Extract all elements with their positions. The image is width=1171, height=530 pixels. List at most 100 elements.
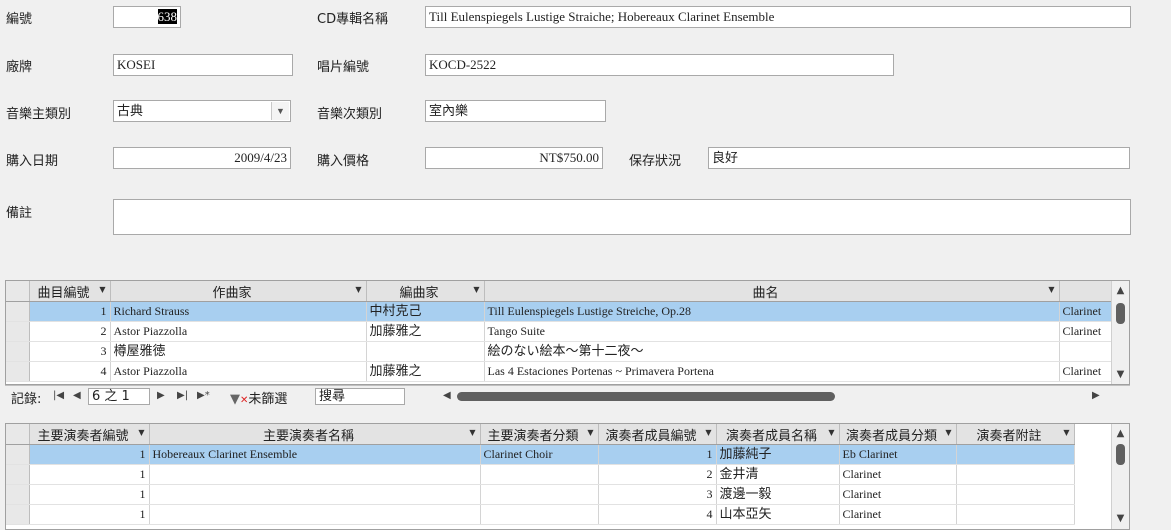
cell-composer[interactable]: Astor Piazzolla (110, 361, 367, 382)
cell-extra[interactable]: Clarinet (1059, 321, 1115, 342)
cell-composer[interactable]: Astor Piazzolla (110, 321, 367, 342)
horizontal-scroll-thumb[interactable] (457, 392, 835, 401)
cell-composer[interactable]: Richard Strauss (110, 301, 367, 322)
tracks-vertical-scrollbar[interactable]: ▲ ▼ (1111, 281, 1129, 384)
cell-member-category[interactable]: Eb Clarinet (839, 444, 957, 465)
cell-main-no[interactable]: 1 (29, 464, 150, 485)
table-row[interactable]: 1 3 渡邊一毅 Clarinet (6, 484, 1075, 505)
scroll-up-icon[interactable]: ▲ (1112, 426, 1129, 442)
cell-arranger[interactable]: 加藤雅之 (366, 321, 485, 342)
performers-vertical-scrollbar[interactable]: ▲ ▼ (1111, 424, 1129, 529)
chevron-down-icon[interactable]: ▼ (271, 102, 289, 120)
record-selector[interactable] (6, 464, 30, 485)
select-all-corner[interactable] (6, 424, 30, 445)
cell-member-category[interactable]: Clarinet (839, 504, 957, 525)
scroll-down-icon[interactable]: ▼ (1112, 367, 1129, 383)
cell-track-no[interactable]: 1 (29, 301, 111, 322)
cell-track-no[interactable]: 2 (29, 321, 111, 342)
chevron-down-icon[interactable]: ▼ (355, 285, 361, 294)
col-header-composer[interactable]: 作曲家 ▼ (110, 281, 367, 302)
cell-member-no[interactable]: 3 (598, 484, 717, 505)
scroll-thumb[interactable] (1116, 444, 1125, 465)
cell-member-category[interactable]: Clarinet (839, 484, 957, 505)
album-field[interactable]: Till Eulenspiegels Lustige Straiche; Hob… (425, 6, 1131, 28)
cell-main-no[interactable]: 1 (29, 484, 150, 505)
col-header-member-name[interactable]: 演奏者成員名稱 ▼ (716, 424, 840, 445)
cell-main-category[interactable] (480, 504, 599, 525)
cell-member-name[interactable]: 金井清 (716, 464, 840, 485)
col-header-title[interactable]: 曲名 ▼ (484, 281, 1060, 302)
table-row[interactable]: 1 Hobereaux Clarinet Ensemble Clarinet C… (6, 444, 1075, 465)
scroll-right-icon[interactable]: ▶ (1092, 390, 1100, 401)
id-field[interactable]: 638 (113, 6, 181, 28)
sort-asc-icon[interactable]: ▼ (99, 285, 105, 294)
cell-member-name[interactable]: 渡邊一毅 (716, 484, 840, 505)
cell-extra[interactable]: Clarinet (1059, 361, 1115, 382)
sort-asc-icon[interactable]: ▼ (705, 428, 711, 437)
cell-composer[interactable]: 樽屋雅徳 (110, 341, 367, 362)
col-header-main-no[interactable]: 主要演奏者編號 ▼ (29, 424, 150, 445)
cell-title[interactable]: 絵のない絵本～第十二夜～ (484, 341, 1060, 362)
condition-field[interactable]: 良好 (708, 147, 1130, 169)
cell-title[interactable]: Till Eulenspiegels Lustige Streiche, Op.… (484, 301, 1060, 322)
search-input[interactable]: 搜尋 (315, 388, 405, 405)
table-row[interactable]: 2 Astor Piazzolla 加藤雅之 Tango Suite Clari… (6, 321, 1115, 342)
col-header-extra[interactable] (1059, 281, 1115, 302)
cell-title[interactable]: Tango Suite (484, 321, 1060, 342)
chevron-down-icon[interactable]: ▼ (587, 428, 593, 437)
cell-main-name[interactable] (149, 484, 481, 505)
cell-main-category[interactable] (480, 484, 599, 505)
col-header-member-no[interactable]: 演奏者成員編號 ▼ (598, 424, 717, 445)
cell-performer-note[interactable] (956, 444, 1075, 465)
cell-main-no[interactable]: 1 (29, 444, 150, 465)
catno-field[interactable]: KOCD-2522 (425, 54, 894, 76)
cell-arranger[interactable] (366, 341, 485, 362)
last-record-icon[interactable]: ▶| (177, 390, 188, 401)
col-header-member-category[interactable]: 演奏者成員分類 ▼ (839, 424, 957, 445)
label-field[interactable]: KOSEI (113, 54, 293, 76)
table-row[interactable]: 1 Richard Strauss 中村克己 Till Eulenspiegel… (6, 301, 1115, 322)
previous-record-icon[interactable]: ◀ (73, 390, 81, 401)
select-all-corner[interactable] (6, 281, 30, 302)
table-row[interactable]: 1 4 山本亞矢 Clarinet (6, 504, 1075, 525)
cell-member-no[interactable]: 2 (598, 464, 717, 485)
sort-asc-icon[interactable]: ▼ (138, 428, 144, 437)
chevron-down-icon[interactable]: ▼ (1048, 285, 1054, 294)
cell-track-no[interactable]: 4 (29, 361, 111, 382)
record-position-field[interactable]: 6 之 1 (88, 388, 150, 405)
date-field[interactable]: 2009/4/23 (113, 147, 291, 169)
cell-performer-note[interactable] (956, 464, 1075, 485)
table-row[interactable]: 1 2 金井清 Clarinet (6, 464, 1075, 485)
cell-track-no[interactable]: 3 (29, 341, 111, 362)
record-selector[interactable] (6, 321, 30, 342)
table-row[interactable]: 3 樽屋雅徳 絵のない絵本～第十二夜～ (6, 341, 1115, 362)
record-selector[interactable] (6, 484, 30, 505)
cell-member-no[interactable]: 1 (598, 444, 717, 465)
sub-genre-field[interactable]: 室內樂 (425, 100, 606, 122)
cell-member-name[interactable]: 山本亞矢 (716, 504, 840, 525)
cell-performer-note[interactable] (956, 484, 1075, 505)
cell-title[interactable]: Las 4 Estaciones Portenas ~ Primavera Po… (484, 361, 1060, 382)
cell-main-category[interactable]: Clarinet Choir (480, 444, 599, 465)
cell-arranger[interactable]: 加藤雅之 (366, 361, 485, 382)
col-header-main-category[interactable]: 主要演奏者分類 ▼ (480, 424, 599, 445)
cell-member-no[interactable]: 4 (598, 504, 717, 525)
scroll-down-icon[interactable]: ▼ (1112, 511, 1129, 527)
record-selector[interactable] (6, 504, 30, 525)
col-header-main-name[interactable]: 主要演奏者名稱 ▼ (149, 424, 481, 445)
cell-main-no[interactable]: 1 (29, 504, 150, 525)
record-selector[interactable] (6, 361, 30, 382)
cell-main-category[interactable] (480, 464, 599, 485)
cell-main-name[interactable]: Hobereaux Clarinet Ensemble (149, 444, 481, 465)
cell-extra[interactable]: Clarinet (1059, 301, 1115, 322)
record-selector[interactable] (6, 301, 30, 322)
chevron-down-icon[interactable]: ▼ (473, 285, 479, 294)
col-header-track-no[interactable]: 曲目編號 ▼ (29, 281, 111, 302)
cell-main-name[interactable] (149, 504, 481, 525)
filter-toggle[interactable]: ▼✕未篩選 (230, 388, 287, 407)
cell-arranger[interactable]: 中村克己 (366, 301, 485, 322)
record-selector[interactable] (6, 341, 30, 362)
table-row[interactable]: 4 Astor Piazzolla 加藤雅之 Las 4 Estaciones … (6, 361, 1115, 382)
scroll-left-icon[interactable]: ◀ (443, 390, 451, 401)
cell-member-category[interactable]: Clarinet (839, 464, 957, 485)
